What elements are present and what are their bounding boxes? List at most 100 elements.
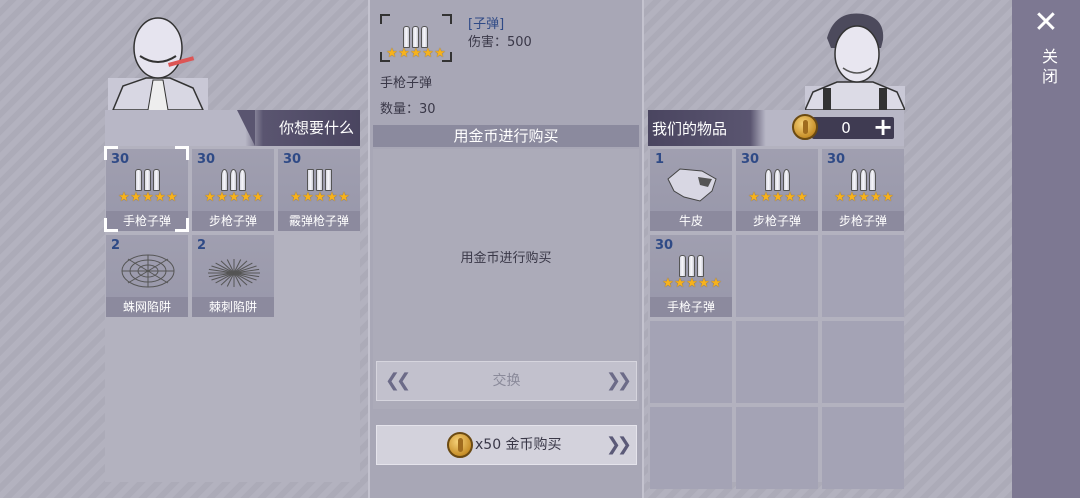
item-label: 步枪子弹 — [822, 211, 904, 231]
item-label: 手枪子弹 — [650, 297, 732, 317]
our-empty-slot — [822, 235, 904, 317]
chevron-right-icon: ❯❯ — [605, 434, 632, 455]
star-icon: ★ — [326, 190, 338, 205]
our-empty-slot — [736, 235, 818, 317]
star-icon: ★ — [118, 190, 130, 205]
star-icon: ★ — [154, 190, 166, 205]
coin-icon — [447, 432, 473, 458]
star-icon: ★ — [674, 276, 686, 291]
wanted-item-slot[interactable]: 2 蛛网陷阱 — [106, 235, 188, 317]
rarity-stars: ★ ★ ★ ★ ★ — [834, 190, 894, 205]
item-quantity: 30 — [197, 152, 216, 167]
chevron-right-icon: ❯❯ — [605, 370, 632, 391]
item-count: 数量：30 — [380, 102, 436, 117]
selected-item-icon: ★ ★ ★ ★ ★ — [380, 14, 454, 64]
star-icon: ★ — [748, 190, 760, 205]
our-item-slot[interactable]: 30 ★ ★ ★ ★ ★ 步枪子弹 — [822, 149, 904, 231]
spike-trap-icon — [208, 253, 260, 287]
our-item-slot[interactable]: 30 ★ ★ ★ ★ ★ 手枪子弹 — [650, 235, 732, 317]
item-quantity: 30 — [827, 152, 846, 167]
soldier-portrait — [805, 13, 905, 110]
merchant-portrait — [108, 17, 208, 110]
our-empty-slot — [650, 407, 732, 489]
star-icon: ★ — [302, 190, 314, 205]
rarity-stars: ★ ★ ★ ★ ★ — [118, 190, 178, 205]
star-icon: ★ — [760, 190, 772, 205]
close-icon[interactable]: ✕ — [1033, 8, 1059, 38]
star-icon: ★ — [686, 276, 698, 291]
star-icon: ★ — [784, 190, 796, 205]
item-name: 手枪子弹 — [380, 76, 433, 91]
wanted-title: 你想要什么 — [278, 119, 354, 137]
our-empty-slot — [736, 321, 818, 403]
wanted-item-slot[interactable]: 30 ★ ★ ★ ★ ★ 步枪子弹 — [192, 149, 274, 231]
star-icon: ★ — [216, 190, 228, 205]
star-icon: ★ — [166, 190, 178, 205]
star-icon: ★ — [142, 190, 154, 205]
star-icon: ★ — [228, 190, 240, 205]
item-type: [子弹] — [468, 17, 505, 32]
item-label: 步枪子弹 — [736, 211, 818, 231]
item-label: 蛛网陷阱 — [106, 297, 188, 317]
buy-with-coins-button[interactable]: x50 金币购买 ❯❯ — [376, 425, 637, 465]
our-item-slot[interactable]: 30 ★ ★ ★ ★ ★ 步枪子弹 — [736, 149, 818, 231]
rarity-stars: ★ ★ ★ ★ ★ — [386, 46, 446, 61]
star-icon: ★ — [846, 190, 858, 205]
trade-message: 用金币进行购买 — [460, 251, 552, 266]
selection-corner-tl — [104, 146, 118, 160]
header-notch — [237, 110, 255, 146]
exchange-button[interactable]: ❮❮ 交换 ❯❯ — [376, 361, 637, 401]
star-icon: ★ — [290, 190, 302, 205]
our-empty-slot — [822, 407, 904, 489]
star-icon: ★ — [710, 276, 722, 291]
buy-label: x50 金币购买 — [475, 437, 562, 453]
item-quantity: 30 — [741, 152, 760, 167]
star-icon: ★ — [252, 190, 264, 205]
item-label: 霰弹枪子弹 — [278, 211, 360, 231]
item-label: 棘刺陷阱 — [192, 297, 274, 317]
our-empty-slot — [650, 321, 732, 403]
rarity-stars: ★ ★ ★ ★ ★ — [290, 190, 350, 205]
star-icon: ★ — [314, 190, 326, 205]
pistol-ammo-icon — [403, 24, 429, 48]
exchange-label: 交换 — [492, 373, 521, 389]
web-trap-icon — [121, 253, 175, 288]
our-item-slot[interactable]: 1 牛皮 — [650, 149, 732, 231]
item-quantity: 30 — [655, 238, 674, 253]
star-icon: ★ — [834, 190, 846, 205]
coin-count: 0 — [841, 119, 851, 137]
star-icon: ★ — [858, 190, 870, 205]
coin-icon — [792, 114, 818, 140]
selection-corner-bl — [104, 218, 118, 232]
our-items-title: 我们的物品 — [652, 120, 728, 138]
rarity-stars: ★ ★ ★ ★ ★ — [748, 190, 808, 205]
rarity-stars: ★ ★ ★ ★ ★ — [662, 276, 722, 291]
item-damage: 伤害：500 — [468, 35, 532, 50]
star-icon: ★ — [338, 190, 350, 205]
star-icon: ★ — [204, 190, 216, 205]
our-empty-slot — [736, 407, 818, 489]
star-icon: ★ — [662, 276, 674, 291]
star-icon: ★ — [796, 190, 808, 205]
star-icon: ★ — [882, 190, 894, 205]
star-icon: ★ — [870, 190, 882, 205]
star-icon: ★ — [772, 190, 784, 205]
item-label: 步枪子弹 — [192, 211, 274, 231]
chevron-left-icon: ❮❮ — [385, 370, 411, 391]
item-quantity: 30 — [283, 152, 302, 167]
item-label: 牛皮 — [650, 211, 732, 231]
star-icon: ★ — [130, 190, 142, 205]
rarity-stars: ★ ★ ★ ★ ★ — [204, 190, 264, 205]
star-icon: ★ — [240, 190, 252, 205]
trade-title: 用金币进行购买 — [373, 125, 639, 147]
add-coins-button[interactable]: + — [872, 115, 894, 139]
our-empty-slot — [822, 321, 904, 403]
wanted-item-slot[interactable]: 2 棘刺陷阱 — [192, 235, 274, 317]
selection-corner-tr — [175, 146, 189, 160]
close-label[interactable]: 关闭 — [1036, 48, 1060, 88]
cowhide-icon — [667, 167, 717, 202]
selection-corner-br — [175, 218, 189, 232]
star-icon: ★ — [698, 276, 710, 291]
wanted-item-slot[interactable]: 30 ★ ★ ★ ★ ★ 霰弹枪子弹 — [278, 149, 360, 231]
wanted-header: 你想要什么 — [105, 110, 360, 146]
